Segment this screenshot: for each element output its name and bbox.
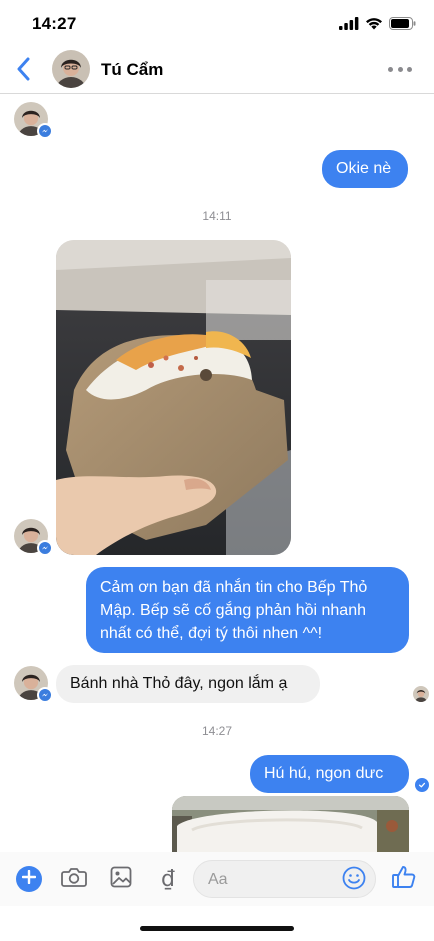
camera-button[interactable] bbox=[60, 866, 88, 892]
status-bar: 14:27 bbox=[0, 0, 434, 48]
add-button[interactable] bbox=[16, 866, 42, 892]
chevron-left-icon bbox=[16, 57, 30, 86]
sender-avatar bbox=[14, 666, 53, 703]
incoming-photo[interactable] bbox=[56, 240, 291, 555]
home-indicator[interactable] bbox=[140, 926, 294, 931]
emoji-icon bbox=[342, 866, 366, 895]
messenger-badge-icon bbox=[37, 540, 53, 556]
contact-name[interactable]: Tú Cẩm bbox=[101, 60, 163, 80]
message-timestamp: 14:11 bbox=[202, 209, 232, 223]
signal-icon bbox=[339, 17, 359, 35]
delivered-check-icon bbox=[415, 778, 429, 792]
thumbs-up-icon bbox=[391, 864, 417, 895]
more-options-button[interactable] bbox=[388, 62, 412, 76]
conversation-header: Tú Cẩm bbox=[0, 48, 434, 94]
currency-icon: ₫ bbox=[161, 866, 175, 892]
dot bbox=[407, 66, 412, 72]
camera-icon bbox=[61, 866, 87, 893]
message-composer: ₫ bbox=[0, 852, 434, 906]
dot bbox=[388, 66, 393, 72]
message-timestamp: 14:27 bbox=[201, 724, 233, 738]
seen-avatar bbox=[413, 686, 429, 702]
emoji-button[interactable] bbox=[341, 866, 367, 895]
battery-icon bbox=[389, 17, 416, 35]
sender-avatar bbox=[14, 519, 53, 556]
messenger-badge-icon bbox=[37, 123, 53, 139]
status-time: 14:27 bbox=[32, 14, 77, 33]
outgoing-message[interactable]: Hú hú, ngon dưc bbox=[250, 755, 409, 793]
message-input[interactable] bbox=[208, 869, 328, 891]
status-icons bbox=[339, 17, 416, 35]
plus-icon bbox=[21, 869, 37, 889]
message-input-container[interactable] bbox=[193, 860, 376, 898]
incoming-message[interactable]: Bánh nhà Thỏ đây, ngon lắm ạ bbox=[56, 665, 320, 703]
like-button[interactable] bbox=[390, 865, 418, 893]
outgoing-photo[interactable] bbox=[172, 796, 409, 852]
outgoing-message[interactable]: Cảm ơn bạn đã nhắn tin cho Bếp Thỏ Mập. … bbox=[86, 567, 409, 653]
outgoing-message[interactable]: Okie nè bbox=[322, 150, 408, 188]
wifi-icon bbox=[365, 17, 383, 35]
dot bbox=[397, 66, 403, 72]
contact-avatar[interactable] bbox=[52, 50, 90, 88]
gallery-button[interactable] bbox=[108, 866, 134, 892]
messenger-badge-icon bbox=[37, 687, 53, 703]
sender-avatar bbox=[14, 102, 53, 139]
gallery-icon bbox=[110, 866, 132, 893]
payment-button[interactable]: ₫ bbox=[155, 865, 181, 893]
back-button[interactable] bbox=[8, 54, 38, 88]
